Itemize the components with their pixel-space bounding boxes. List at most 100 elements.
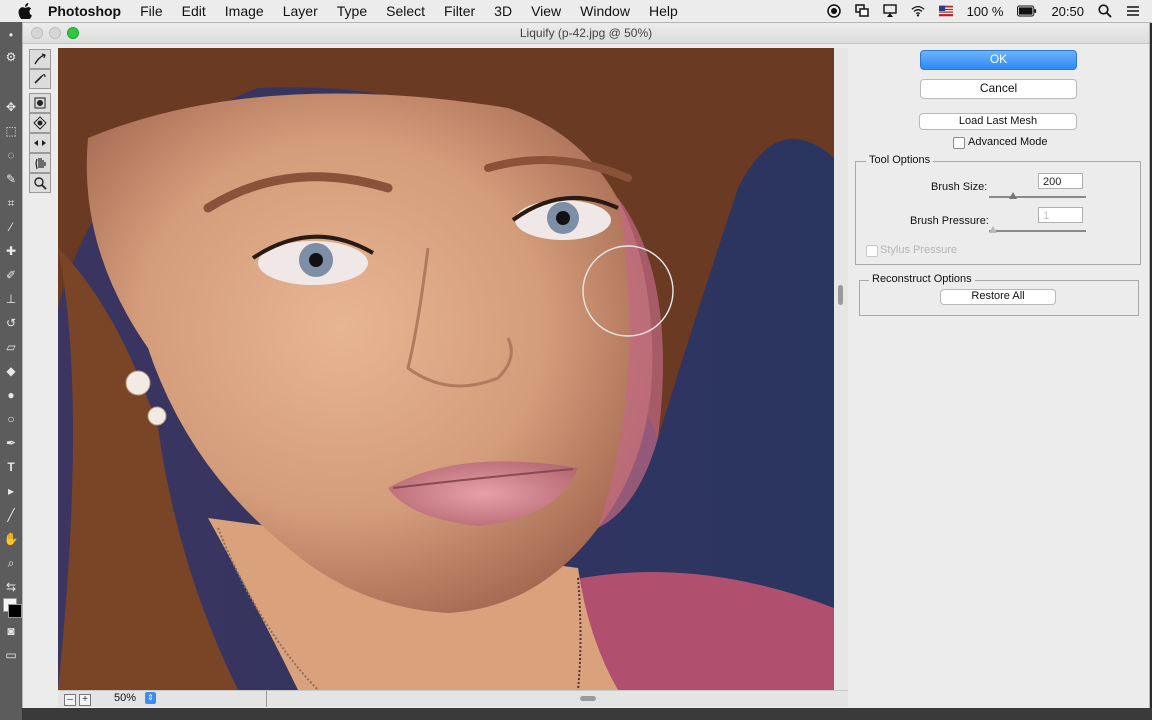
pucker-icon: [34, 97, 46, 109]
hand-tool-icon[interactable]: ✋: [2, 530, 20, 548]
cancel-button[interactable]: Cancel: [920, 79, 1077, 99]
path-select-icon[interactable]: ▸: [2, 482, 20, 500]
move-tool-icon[interactable]: ✥: [2, 98, 20, 116]
push-left-icon: [34, 140, 46, 146]
hand-tool[interactable]: [29, 153, 51, 173]
pen-tool-icon[interactable]: ✒: [2, 434, 20, 452]
zoom-tool-icon[interactable]: ⌕: [2, 554, 20, 572]
pucker-tool[interactable]: [29, 93, 51, 113]
menu-edit[interactable]: Edit: [182, 0, 206, 22]
collapse-icon[interactable]: •: [2, 26, 20, 44]
restore-all-button[interactable]: Restore All: [940, 289, 1056, 305]
clone-stamp-icon[interactable]: ⊥: [2, 290, 20, 308]
brush-tool-icon[interactable]: ✐: [2, 266, 20, 284]
healing-brush-icon[interactable]: ✚: [2, 242, 20, 260]
stylus-pressure-checkbox[interactable]: [866, 245, 878, 257]
wifi-icon[interactable]: [911, 4, 925, 18]
load-last-mesh-button[interactable]: Load Last Mesh: [919, 113, 1077, 130]
tool-options-title: Tool Options: [866, 154, 934, 166]
stylus-pressure-label: Stylus Pressure: [880, 244, 958, 256]
menu-3d[interactable]: 3D: [494, 0, 512, 22]
push-left-tool[interactable]: [29, 133, 51, 153]
brush-size-label: Brush Size:: [931, 181, 988, 193]
list-icon[interactable]: [1126, 4, 1140, 18]
search-icon[interactable]: [1098, 4, 1112, 18]
menu-bar: Photoshop File Edit Image Layer Type Sel…: [0, 0, 1152, 23]
window-title: Liquify (p-42.jpg @ 50%): [519, 26, 653, 40]
photoshop-toolbar: • ⚙ ✥ ⬚ ◌ ✎ ⌗ ⁄ ✚ ✐ ⊥ ↺ ▱ ◆ ● ○ ✒ T ▸ ╱ …: [0, 22, 22, 720]
menu-select[interactable]: Select: [386, 0, 425, 22]
zoom-icon: [34, 177, 47, 190]
swap-colors-icon[interactable]: ⇆: [2, 578, 20, 596]
quick-select-icon[interactable]: ✎: [2, 170, 20, 188]
status-divider: [266, 691, 267, 707]
horizontal-scroll-thumb[interactable]: [580, 696, 596, 701]
reconstruct-icon: [34, 74, 46, 84]
hand-icon: [35, 158, 46, 170]
airplay-icon[interactable]: [882, 4, 897, 18]
background-color-swatch[interactable]: [8, 604, 22, 618]
canvas-status-bar: – + 50% ⇕: [58, 690, 848, 707]
forward-warp-icon: [34, 53, 46, 65]
battery-icon[interactable]: [1017, 4, 1037, 18]
blur-tool-icon[interactable]: ●: [2, 386, 20, 404]
zoom-out-button[interactable]: –: [64, 694, 76, 706]
status-area: 100 % 20:50: [826, 0, 1140, 22]
paint-bucket-icon[interactable]: ◆: [2, 362, 20, 380]
clock[interactable]: 20:50: [1051, 4, 1084, 19]
portrait-image: [58, 48, 834, 690]
forward-warp-tool[interactable]: [29, 49, 51, 69]
eyedropper-icon[interactable]: ⁄: [2, 218, 20, 236]
screens-icon[interactable]: [854, 4, 869, 18]
record-icon[interactable]: [826, 4, 841, 18]
advanced-mode-label: Advanced Mode: [968, 136, 1048, 148]
type-tool-icon[interactable]: T: [2, 458, 20, 476]
brush-pressure-slider-thumb[interactable]: [989, 226, 997, 233]
brush-size-field[interactable]: 200: [1038, 173, 1083, 189]
brush-size-slider[interactable]: [989, 196, 1086, 198]
flag-icon[interactable]: [938, 4, 953, 18]
zoom-level[interactable]: 50%: [106, 692, 144, 705]
menu-help[interactable]: Help: [649, 0, 678, 22]
vertical-scrollbar[interactable]: [834, 48, 848, 690]
eraser-icon[interactable]: ▱: [2, 338, 20, 356]
advanced-mode-checkbox[interactable]: [953, 137, 965, 149]
screen-mode-icon[interactable]: ▭: [2, 646, 20, 664]
menu-image[interactable]: Image: [225, 0, 264, 22]
line-tool-icon[interactable]: ╱: [2, 506, 20, 524]
zoom-stepper[interactable]: ⇕: [145, 692, 156, 704]
bloat-icon: [33, 116, 47, 130]
menu-type[interactable]: Type: [337, 0, 367, 22]
ps-settings-icon[interactable]: ⚙: [2, 48, 20, 66]
crop-tool-icon[interactable]: ⌗: [2, 194, 20, 212]
reconstruct-options-title: Reconstruct Options: [869, 273, 975, 285]
menu-window[interactable]: Window: [580, 0, 630, 22]
menu-filter[interactable]: Filter: [444, 0, 475, 22]
zoom-tool[interactable]: [29, 173, 51, 193]
background-panel-strip: [22, 708, 1152, 720]
menu-app[interactable]: Photoshop: [48, 0, 121, 22]
menu-view[interactable]: View: [531, 0, 561, 22]
brush-pressure-label: Brush Pressure:: [910, 215, 989, 227]
brush-size-slider-thumb[interactable]: [1009, 192, 1017, 199]
brush-pressure-slider[interactable]: [989, 230, 1086, 232]
brush-pressure-field[interactable]: 1: [1038, 207, 1083, 223]
liquify-tools: [25, 47, 55, 212]
menu-file[interactable]: File: [140, 0, 163, 22]
apple-icon[interactable]: [18, 3, 32, 19]
reconstruct-tool[interactable]: [29, 69, 51, 89]
menu-layer[interactable]: Layer: [283, 0, 318, 22]
bloat-tool[interactable]: [29, 113, 51, 133]
battery-percent: 100 %: [966, 3, 1004, 19]
vertical-scroll-thumb[interactable]: [838, 285, 843, 305]
ok-button[interactable]: OK: [920, 50, 1077, 70]
history-brush-icon[interactable]: ↺: [2, 314, 20, 332]
marquee-tool-icon[interactable]: ⬚: [2, 122, 20, 140]
title-bar[interactable]: Liquify (p-42.jpg @ 50%): [23, 23, 1149, 44]
quick-mask-icon[interactable]: ◙: [2, 622, 20, 640]
zoom-in-button[interactable]: +: [79, 694, 91, 706]
liquify-dialog: Liquify (p-42.jpg @ 50%) – + 50% ⇕ OK Ca…: [22, 22, 1150, 710]
image-canvas[interactable]: [58, 48, 834, 690]
lasso-tool-icon[interactable]: ◌: [2, 146, 20, 164]
dodge-tool-icon[interactable]: ○: [2, 410, 20, 428]
